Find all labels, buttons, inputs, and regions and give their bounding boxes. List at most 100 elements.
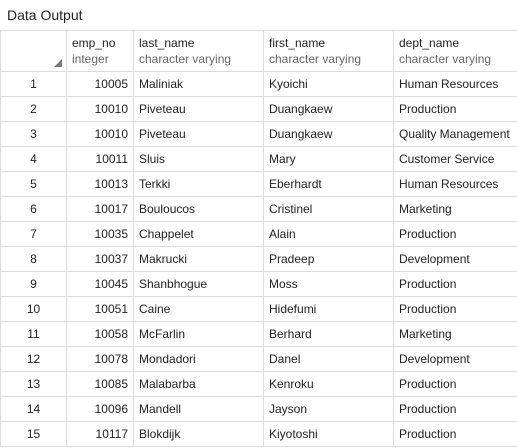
- cell-dept-name[interactable]: Production: [393, 96, 517, 122]
- cell-dept-name[interactable]: Human Resources: [393, 71, 517, 97]
- row-number-cell[interactable]: 2: [0, 96, 67, 122]
- cell-dept-name[interactable]: Production: [393, 271, 517, 297]
- table-row[interactable]: 11 10058 McFarlin Berhard Marketing: [0, 321, 517, 347]
- cell-emp-no[interactable]: 10085: [66, 371, 134, 397]
- cell-dept-name[interactable]: Production: [393, 221, 517, 247]
- cell-last-name[interactable]: Piveteau: [133, 96, 264, 122]
- column-type: integer: [72, 52, 109, 66]
- cell-dept-name[interactable]: Human Resources: [393, 171, 517, 197]
- cell-last-name[interactable]: Malabarba: [133, 371, 264, 397]
- cell-emp-no[interactable]: 10117: [66, 421, 134, 447]
- cell-dept-name[interactable]: Development: [393, 246, 517, 272]
- cell-first-name[interactable]: Moss: [263, 271, 394, 297]
- column-name: emp_no: [72, 36, 116, 50]
- cell-emp-no[interactable]: 10096: [66, 396, 134, 422]
- column-header-first-name[interactable]: first_name character varying: [263, 30, 394, 72]
- cell-last-name[interactable]: Chappelet: [133, 221, 264, 247]
- cell-dept-name[interactable]: Customer Service: [393, 146, 517, 172]
- table-row[interactable]: 4 10011 Sluis Mary Customer Service: [0, 146, 517, 172]
- cell-emp-no[interactable]: 10010: [66, 96, 134, 122]
- cell-dept-name[interactable]: Quality Management: [393, 121, 517, 147]
- select-all-corner[interactable]: [0, 30, 67, 72]
- table-row[interactable]: 14 10096 Mandell Jayson Production: [0, 396, 517, 422]
- cell-first-name[interactable]: Pradeep: [263, 246, 394, 272]
- cell-emp-no[interactable]: 10045: [66, 271, 134, 297]
- cell-first-name[interactable]: Danel: [263, 346, 394, 372]
- cell-dept-name[interactable]: Production: [393, 421, 517, 447]
- cell-last-name[interactable]: Bouloucos: [133, 196, 264, 222]
- cell-first-name[interactable]: Berhard: [263, 321, 394, 347]
- cell-emp-no[interactable]: 10017: [66, 196, 134, 222]
- cell-emp-no[interactable]: 10058: [66, 321, 134, 347]
- table-row[interactable]: 6 10017 Bouloucos Cristinel Marketing: [0, 196, 517, 222]
- row-number-cell[interactable]: 8: [0, 246, 67, 272]
- cell-first-name[interactable]: Jayson: [263, 396, 394, 422]
- cell-first-name[interactable]: Hidefumi: [263, 296, 394, 322]
- cell-dept-name[interactable]: Production: [393, 296, 517, 322]
- cell-emp-no[interactable]: 10010: [66, 121, 134, 147]
- cell-emp-no[interactable]: 10037: [66, 246, 134, 272]
- cell-dept-name[interactable]: Production: [393, 371, 517, 397]
- table-row[interactable]: 13 10085 Malabarba Kenroku Production: [0, 371, 517, 397]
- cell-dept-name[interactable]: Marketing: [393, 196, 517, 222]
- cell-last-name[interactable]: Makrucki: [133, 246, 264, 272]
- cell-last-name[interactable]: Mandell: [133, 396, 264, 422]
- row-number-cell[interactable]: 7: [0, 221, 67, 247]
- row-number-cell[interactable]: 6: [0, 196, 67, 222]
- row-number-cell[interactable]: 4: [0, 146, 67, 172]
- cell-emp-no[interactable]: 10011: [66, 146, 134, 172]
- row-number-cell[interactable]: 13: [0, 371, 67, 397]
- column-header-emp-no[interactable]: emp_no integer: [66, 30, 134, 72]
- cell-last-name[interactable]: Sluis: [133, 146, 264, 172]
- table-row[interactable]: 5 10013 Terkki Eberhardt Human Resources: [0, 171, 517, 197]
- table-row[interactable]: 9 10045 Shanbhogue Moss Production: [0, 271, 517, 297]
- cell-first-name[interactable]: Duangkaew: [263, 121, 394, 147]
- table-row[interactable]: 2 10010 Piveteau Duangkaew Production: [0, 96, 517, 122]
- cell-last-name[interactable]: Mondadori: [133, 346, 264, 372]
- row-number-cell[interactable]: 12: [0, 346, 67, 372]
- row-number-cell[interactable]: 5: [0, 171, 67, 197]
- cell-first-name[interactable]: Duangkaew: [263, 96, 394, 122]
- data-output-grid: emp_no integer last_name character varyi…: [0, 30, 517, 447]
- cell-emp-no[interactable]: 10013: [66, 171, 134, 197]
- row-number-cell[interactable]: 11: [0, 321, 67, 347]
- cell-first-name[interactable]: Eberhardt: [263, 171, 394, 197]
- table-row[interactable]: 7 10035 Chappelet Alain Production: [0, 221, 517, 247]
- cell-last-name[interactable]: McFarlin: [133, 321, 264, 347]
- cell-first-name[interactable]: Alain: [263, 221, 394, 247]
- table-row[interactable]: 12 10078 Mondadori Danel Development: [0, 346, 517, 372]
- cell-emp-no[interactable]: 10035: [66, 221, 134, 247]
- cell-dept-name[interactable]: Development: [393, 346, 517, 372]
- cell-last-name[interactable]: Caine: [133, 296, 264, 322]
- cell-emp-no[interactable]: 10005: [66, 71, 134, 97]
- cell-last-name[interactable]: Terkki: [133, 171, 264, 197]
- cell-emp-no[interactable]: 10078: [66, 346, 134, 372]
- cell-first-name[interactable]: Kyoichi: [263, 71, 394, 97]
- row-number-cell[interactable]: 1: [0, 71, 67, 97]
- table-row[interactable]: 10 10051 Caine Hidefumi Production: [0, 296, 517, 322]
- table-row[interactable]: 1 10005 Maliniak Kyoichi Human Resources: [0, 71, 517, 97]
- row-number-cell[interactable]: 14: [0, 396, 67, 422]
- cell-dept-name[interactable]: Marketing: [393, 321, 517, 347]
- cell-emp-no[interactable]: 10051: [66, 296, 134, 322]
- row-number-cell[interactable]: 9: [0, 271, 67, 297]
- table-row[interactable]: 15 10117 Blokdijk Kiyotoshi Production: [0, 421, 517, 447]
- cell-first-name[interactable]: Cristinel: [263, 196, 394, 222]
- column-type: character varying: [399, 52, 492, 66]
- column-header-dept-name[interactable]: dept_name character varying: [393, 30, 517, 72]
- column-header-last-name[interactable]: last_name character varying: [133, 30, 264, 72]
- row-number-cell[interactable]: 3: [0, 121, 67, 147]
- grid-header-row: emp_no integer last_name character varyi…: [0, 30, 517, 72]
- cell-last-name[interactable]: Blokdijk: [133, 421, 264, 447]
- row-number-cell[interactable]: 15: [0, 421, 67, 447]
- cell-last-name[interactable]: Piveteau: [133, 121, 264, 147]
- cell-last-name[interactable]: Shanbhogue: [133, 271, 264, 297]
- row-number-cell[interactable]: 10: [0, 296, 67, 322]
- table-row[interactable]: 8 10037 Makrucki Pradeep Development: [0, 246, 517, 272]
- cell-first-name[interactable]: Mary: [263, 146, 394, 172]
- cell-first-name[interactable]: Kenroku: [263, 371, 394, 397]
- table-row[interactable]: 3 10010 Piveteau Duangkaew Quality Managemen…: [0, 121, 517, 147]
- cell-first-name[interactable]: Kiyotoshi: [263, 421, 394, 447]
- cell-dept-name[interactable]: Production: [393, 396, 517, 422]
- cell-last-name[interactable]: Maliniak: [133, 71, 264, 97]
